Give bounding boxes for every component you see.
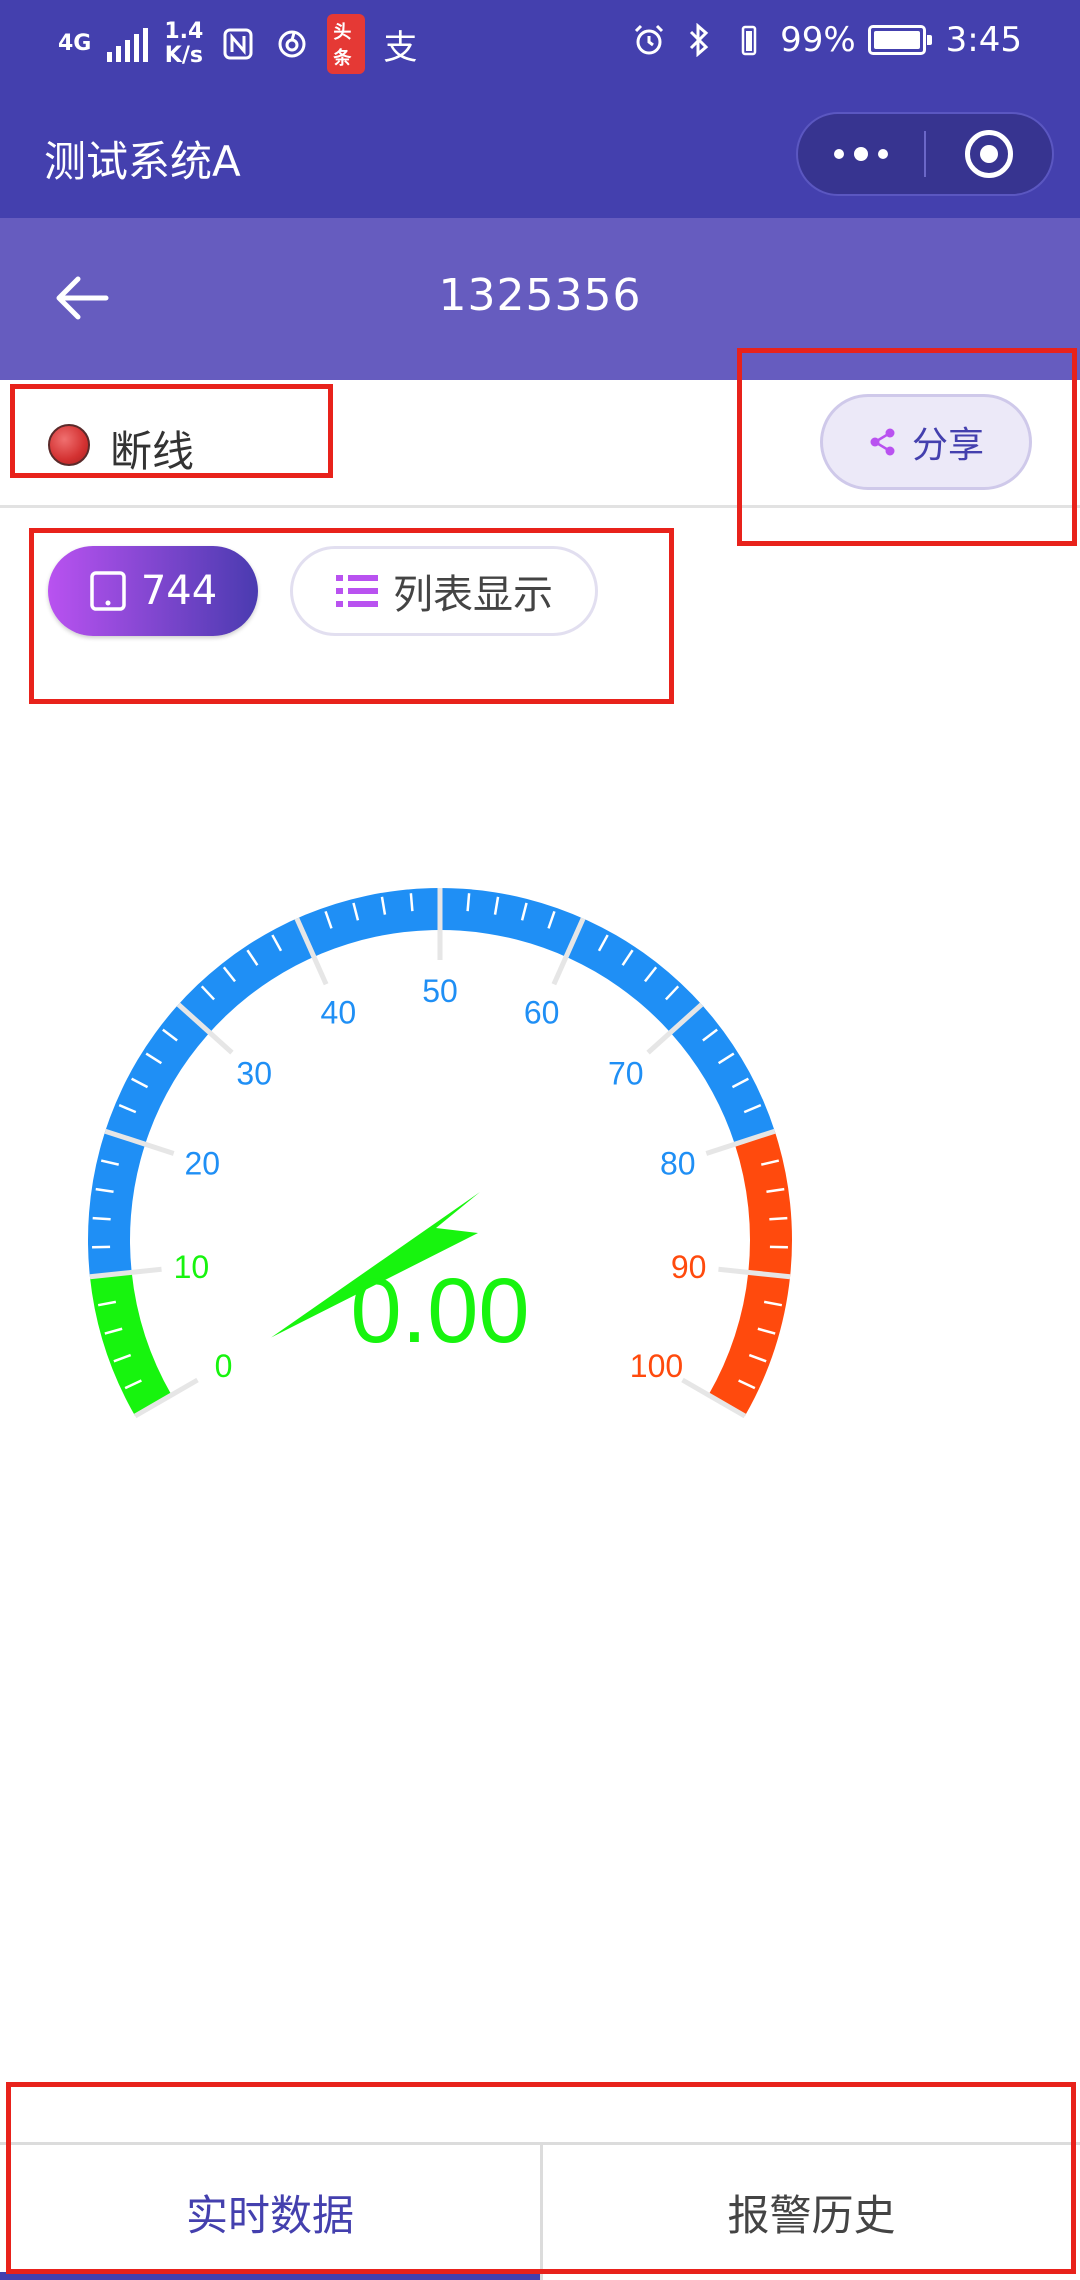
gauge-label-50: 50 [422,973,458,1009]
netease-music-icon [273,25,311,63]
device-count-chip[interactable]: 744 [48,546,258,636]
device-count: 744 [140,568,218,614]
target-icon [964,130,1013,178]
alarm-icon [630,21,668,59]
alipay-glyph: 支 [383,27,418,68]
gauge-minor-tick [466,893,471,912]
mini-program-capsule [796,112,1054,196]
share-icon [870,428,895,456]
network-indicator: 4G [58,32,91,56]
signal-icon [107,26,149,62]
gauge-minor-tick [409,893,414,912]
battery-icon [867,25,932,55]
device-status-row: 断线 分享 [0,380,1080,508]
bluetooth-icon [680,21,718,59]
net-speed: 1.4 K/s [164,20,203,68]
tab-alarm-history[interactable]: 报警历史 [540,2145,1080,2280]
gauge-minor-tick [769,1216,788,1221]
toutiao-label: 头条 [327,14,366,74]
close-mini-program-button[interactable] [926,112,1052,196]
net-speed-unit: K/s [164,43,203,68]
gauge-label-70: 70 [608,1056,644,1092]
gauge-label-100: 100 [630,1348,683,1384]
status-left: 4G 1.4 K/s 头条 支 [58,14,419,74]
gauge-label-80: 80 [660,1146,696,1182]
speed-gauge: 0 10 20 30 40 50 60 70 80 90 100 0.00 [87,887,793,1419]
share-label: 分享 [911,425,984,466]
network-type: 4G [58,31,92,56]
more-button[interactable] [798,112,924,196]
net-speed-value: 1.4 [164,19,204,44]
gauge-value: 0.00 [350,1260,529,1362]
gauge-label-90: 90 [671,1249,707,1285]
tab-realtime-data[interactable]: 实时数据 [0,2145,540,2280]
gauge-label-30: 30 [236,1056,272,1092]
app-screen: 4G 1.4 K/s 头条 支 99% 3:45 测试系统A 1325356 断… [0,0,1080,2280]
gauge-label-60: 60 [524,995,560,1031]
list-icon [336,575,378,607]
status-bar: 4G 1.4 K/s 头条 支 99% 3:45 [0,0,1080,92]
mini-program-header: 4G 1.4 K/s 头条 支 99% 3:45 测试系统A [0,0,1080,218]
list-view-label: 列表显示 [393,572,553,618]
toutiao-icon: 头条 [327,14,366,74]
gauge-label-10: 10 [174,1249,210,1285]
battery-percent: 99% [780,20,856,60]
alipay-icon: 支 [381,25,419,68]
gauge-label-20: 20 [184,1146,220,1182]
page-title: 1325356 [438,270,642,321]
list-view-chip[interactable]: 列表显示 [290,546,598,636]
clock: 3:45 [945,20,1022,60]
nfc-icon [219,25,257,63]
mini-program-title: 测试系统A [44,137,241,186]
gauge-label-40: 40 [321,995,357,1031]
device-status-text: 断线 [110,427,195,476]
offline-status-dot-icon [48,424,90,466]
gauge-label-0: 0 [215,1348,233,1384]
status-right: 99% 3:45 [630,20,1022,60]
gauge-minor-tick [92,1216,111,1221]
gauge-band-0 [89,1272,172,1416]
bottom-tab-bar: 实时数据 报警历史 [0,2142,1080,2280]
vibrate-battery-icon [730,21,768,59]
gauge-band-1 [87,887,775,1277]
page-navbar: 1325356 [0,218,1080,380]
share-button[interactable]: 分享 [820,394,1032,490]
tablet-icon [90,571,126,611]
more-dots-icon [834,147,888,161]
